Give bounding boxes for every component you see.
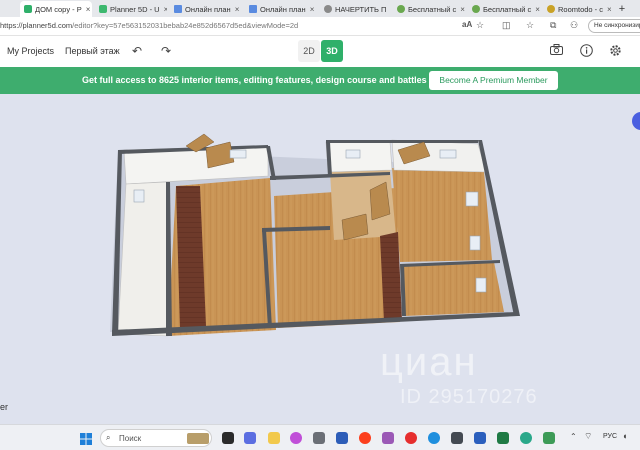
- word-icon[interactable]: [474, 432, 486, 444]
- language-indicator[interactable]: РУС: [603, 433, 617, 440]
- address-bar: https://planner5d.com/editor?key=57e5631…: [0, 17, 640, 36]
- screen: ДОМ copy - P × Planner 5D - U × Онлайн п…: [0, 0, 640, 450]
- settings-icon[interactable]: [609, 44, 622, 60]
- url-path: /editor?key=57e563152031bebab24e852d6567…: [72, 21, 299, 30]
- become-premium-button[interactable]: Become A Premium Member: [429, 71, 558, 90]
- browser-tab-strip: ДОМ copy - P × Planner 5D - U × Онлайн п…: [0, 0, 640, 17]
- mode-3d-button[interactable]: 3D: [321, 40, 343, 62]
- redo-icon[interactable]: ↷: [161, 44, 171, 58]
- tab-label: ДОМ copy - P: [35, 4, 82, 14]
- tab-label: Бесплатный с: [408, 4, 457, 14]
- close-tab-icon[interactable]: ×: [386, 5, 390, 14]
- close-tab-icon[interactable]: ×: [603, 5, 611, 14]
- app-leaf-icon[interactable]: [543, 432, 555, 444]
- side-panel-label: er: [0, 402, 9, 412]
- split-screen-icon[interactable]: ◫: [502, 20, 511, 31]
- tab-label: НАЧЕРТИТЬ П: [335, 4, 387, 14]
- site-favicon-icon: [397, 5, 405, 13]
- sync-status-button[interactable]: Не синхронизир: [588, 19, 640, 33]
- tab-label: Roomtodo - c: [558, 4, 604, 14]
- yandex-browser-icon[interactable]: [359, 432, 371, 444]
- translate-icon[interactable]: аА: [462, 20, 472, 29]
- undo-icon[interactable]: ↶: [132, 44, 142, 58]
- premium-banner: Get full access to 8625 interior items, …: [0, 67, 640, 94]
- close-tab-icon[interactable]: ×: [531, 5, 540, 14]
- search-favicon-icon: [324, 5, 332, 13]
- network-icon[interactable]: ⌔: [584, 431, 592, 442]
- tab-online-plan-2[interactable]: Онлайн план ×: [245, 1, 317, 17]
- chat-app-icon[interactable]: [244, 432, 256, 444]
- favorite-star-icon[interactable]: ☆: [476, 20, 484, 31]
- tab-label: Бесплатный с: [483, 4, 532, 14]
- tab-label: Онлайн план: [185, 4, 231, 14]
- excel-icon[interactable]: [497, 432, 509, 444]
- tab-label: Онлайн план: [260, 4, 306, 14]
- search-icon: ⌕: [106, 433, 111, 442]
- planner5d-favicon-icon: [24, 5, 32, 13]
- collections-icon[interactable]: ⧉: [550, 20, 556, 31]
- tab-label: Planner 5D - U: [110, 4, 160, 14]
- house-favicon-icon: [249, 5, 257, 13]
- app-dark-icon[interactable]: [451, 432, 463, 444]
- floor-selector[interactable]: Первый этаж: [65, 46, 120, 56]
- windows-start-icon[interactable]: [80, 432, 92, 450]
- editor-toolbar: My Projects Первый этаж ↶ ↷ 2D 3D: [0, 36, 640, 67]
- app-purple-icon[interactable]: [382, 432, 394, 444]
- tab-dom-copy[interactable]: ДОМ copy - P ×: [20, 1, 92, 17]
- new-tab-button[interactable]: +: [613, 1, 631, 17]
- room-left-white: [117, 181, 169, 337]
- close-tab-icon[interactable]: ×: [160, 5, 167, 14]
- close-tab-icon[interactable]: ×: [456, 5, 465, 14]
- tray-overflow-icon[interactable]: ⌃: [570, 432, 577, 441]
- watermark-logo: циан: [380, 340, 478, 384]
- mode-2d-button[interactable]: 2D: [298, 40, 320, 62]
- app-green-icon[interactable]: [520, 432, 532, 444]
- banner-text: Get full access to 8625 interior items, …: [82, 75, 427, 85]
- url-field[interactable]: https://planner5d.com/editor?key=57e5631…: [0, 21, 298, 30]
- house-favicon-icon: [174, 5, 182, 13]
- camera-icon[interactable]: [550, 44, 563, 58]
- site-favicon-icon: [472, 5, 480, 13]
- info-icon[interactable]: [580, 44, 593, 60]
- tab-roomtodo[interactable]: Roomtodo - c ×: [543, 1, 611, 17]
- tab-online-plan-1[interactable]: Онлайн план ×: [170, 1, 242, 17]
- tab-draw-plan[interactable]: НАЧЕРТИТЬ П ×: [320, 1, 390, 17]
- taskbar-search-box[interactable]: ⌕ Поиск: [100, 429, 212, 447]
- 3d-viewport[interactable]: er циан ID 295170276: [0, 94, 640, 424]
- close-tab-icon[interactable]: ×: [82, 5, 92, 14]
- tab-free-1[interactable]: Бесплатный с ×: [393, 1, 465, 17]
- tab-planner5d[interactable]: Planner 5D - U ×: [95, 1, 167, 17]
- copilot-icon[interactable]: [290, 432, 302, 444]
- os-taskbar: ⌕ Поиск ⌃ ⌔ РУС ◖: [0, 424, 640, 450]
- url-host: https://planner5d.com: [0, 21, 73, 30]
- app-blue-icon[interactable]: [336, 432, 348, 444]
- search-highlight-icon: [187, 433, 209, 444]
- room-bottom-right-floor: [400, 262, 504, 316]
- app-shield-icon[interactable]: [313, 432, 325, 444]
- search-placeholder: Поиск: [119, 434, 142, 443]
- floor-plan-3d-render[interactable]: [0, 94, 640, 424]
- task-view-icon[interactable]: [222, 432, 234, 444]
- edge-browser-icon[interactable]: [428, 432, 440, 444]
- tab-free-2[interactable]: Бесплатный с ×: [468, 1, 540, 17]
- favorites-icon[interactable]: ☆: [526, 20, 534, 31]
- opera-browser-icon[interactable]: [405, 432, 417, 444]
- extensions-icon[interactable]: ⚇: [570, 20, 578, 31]
- file-explorer-icon[interactable]: [268, 432, 280, 444]
- watermark-id: ID 295170276: [400, 386, 538, 408]
- my-projects-link[interactable]: My Projects: [7, 46, 54, 56]
- close-tab-icon[interactable]: ×: [231, 5, 242, 14]
- roomtodo-favicon-icon: [547, 5, 555, 13]
- volume-icon[interactable]: ◖: [622, 431, 627, 441]
- planner5d-favicon-icon: [99, 5, 107, 13]
- close-tab-icon[interactable]: ×: [306, 5, 317, 14]
